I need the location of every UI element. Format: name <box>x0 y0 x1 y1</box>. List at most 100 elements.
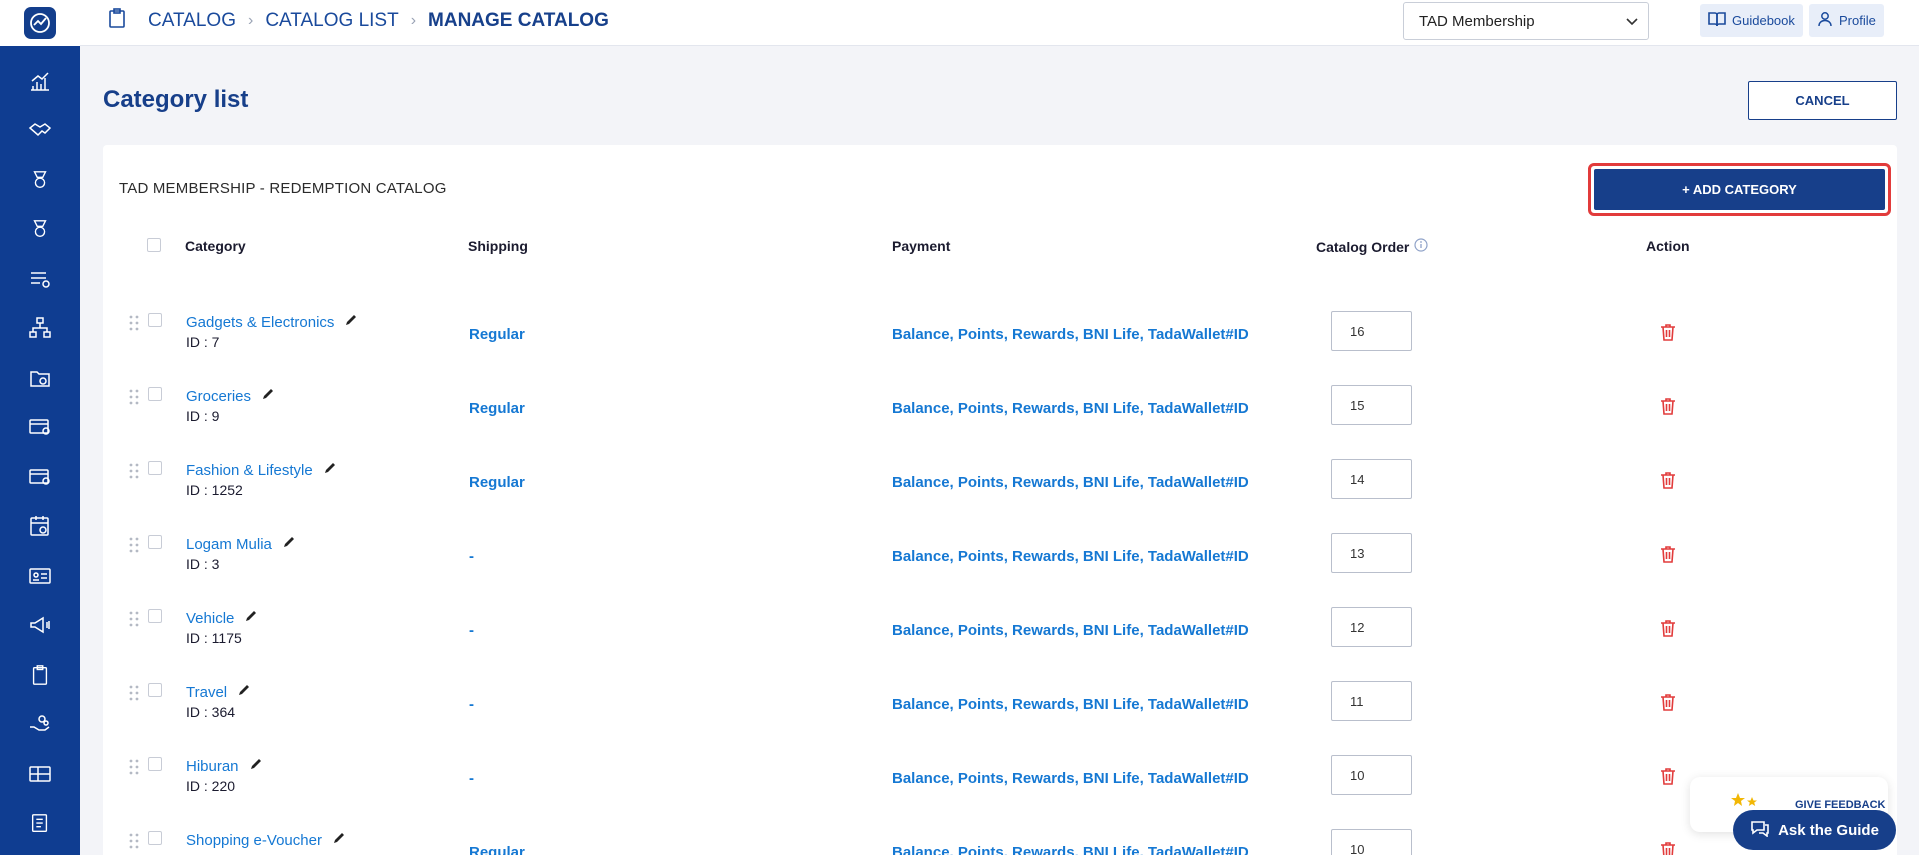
row-checkbox[interactable] <box>148 387 162 401</box>
trash-icon[interactable] <box>1660 841 1676 855</box>
card-settings-icon[interactable] <box>0 403 80 453</box>
category-link[interactable]: Gadgets & Electronics <box>186 314 334 331</box>
category-link[interactable]: Shopping e-Voucher <box>186 832 322 849</box>
guidebook-label: Guidebook <box>1732 13 1795 28</box>
guidebook-button[interactable]: Guidebook <box>1700 4 1803 37</box>
row-checkbox[interactable] <box>148 831 162 845</box>
shipping-value[interactable]: - <box>469 622 474 639</box>
shipping-value[interactable]: Regular <box>469 844 525 855</box>
payment-value[interactable]: Balance, Points, Rewards, BNI Life, Tada… <box>892 326 1249 343</box>
payment-value[interactable]: Balance, Points, Rewards, BNI Life, Tada… <box>892 474 1249 491</box>
add-category-highlight: + ADD CATEGORY <box>1588 163 1891 216</box>
hand-coins-icon[interactable] <box>0 700 80 750</box>
table-row: Hiburan ID : 220 - Balance, Points, Rewa… <box>103 741 1897 815</box>
payment-value[interactable]: Balance, Points, Rewards, BNI Life, Tada… <box>892 548 1249 565</box>
row-checkbox[interactable] <box>148 535 162 549</box>
hierarchy-icon[interactable] <box>0 304 80 354</box>
catalog-order-input[interactable]: 14 <box>1331 459 1412 499</box>
chat-icon <box>1750 819 1770 841</box>
category-link[interactable]: Logam Mulia <box>186 536 272 553</box>
award-icon[interactable] <box>0 205 80 255</box>
catalog-order-input[interactable]: 16 <box>1331 311 1412 351</box>
payment-value[interactable]: Balance, Points, Rewards, BNI Life, Tada… <box>892 400 1249 417</box>
category-link[interactable]: Groceries <box>186 388 251 405</box>
shipping-value[interactable]: Regular <box>469 400 525 417</box>
list-settings-icon[interactable] <box>0 254 80 304</box>
shipping-value[interactable]: - <box>469 696 474 713</box>
payment-value[interactable]: Balance, Points, Rewards, BNI Life, Tada… <box>892 770 1249 787</box>
book-icon <box>1708 11 1726 30</box>
pencil-icon[interactable] <box>237 683 251 701</box>
analytics-icon[interactable] <box>0 56 80 106</box>
drag-handle-icon[interactable] <box>129 463 139 479</box>
catalog-order-input[interactable]: 10 <box>1331 829 1412 855</box>
shipping-value[interactable]: Regular <box>469 474 525 491</box>
pencil-icon[interactable] <box>323 461 337 479</box>
clipboard-icon[interactable] <box>0 650 80 700</box>
pencil-icon[interactable] <box>261 387 275 405</box>
payment-value[interactable]: Balance, Points, Rewards, BNI Life, Tada… <box>892 622 1249 639</box>
payment-value[interactable]: Balance, Points, Rewards, BNI Life, Tada… <box>892 844 1249 855</box>
catalog-order-input[interactable]: 11 <box>1331 681 1412 721</box>
trash-icon[interactable] <box>1660 693 1676 711</box>
category-id: ID : 364 <box>186 704 236 720</box>
membership-select[interactable]: TAD Membership <box>1403 2 1649 40</box>
row-checkbox[interactable] <box>148 609 162 623</box>
drag-handle-icon[interactable] <box>129 389 139 405</box>
drag-handle-icon[interactable] <box>129 611 139 627</box>
drag-handle-icon[interactable] <box>129 833 139 849</box>
trash-icon[interactable] <box>1660 323 1676 341</box>
breadcrumb: CATALOG › CATALOG LIST › MANAGE CATALOG <box>108 0 609 42</box>
row-checkbox[interactable] <box>148 757 162 771</box>
drag-handle-icon[interactable] <box>129 315 139 331</box>
trash-icon[interactable] <box>1660 767 1676 785</box>
trash-icon[interactable] <box>1660 397 1676 415</box>
card-settings-icon[interactable] <box>0 452 80 502</box>
pencil-icon[interactable] <box>332 831 346 849</box>
trash-icon[interactable] <box>1660 545 1676 563</box>
info-icon[interactable] <box>1414 238 1428 255</box>
chevron-down-icon <box>1626 13 1638 30</box>
shipping-value[interactable]: - <box>469 770 474 787</box>
category-link[interactable]: Travel <box>186 684 227 701</box>
app-logo[interactable] <box>24 7 56 39</box>
category-link[interactable]: Hiburan <box>186 758 239 775</box>
category-id: ID : 3 <box>186 556 220 572</box>
category-link[interactable]: Fashion & Lifestyle <box>186 462 313 479</box>
select-all-checkbox[interactable] <box>147 238 161 252</box>
catalog-order-input[interactable]: 15 <box>1331 385 1412 425</box>
payment-value[interactable]: Balance, Points, Rewards, BNI Life, Tada… <box>892 696 1249 713</box>
shipping-value[interactable]: - <box>469 548 474 565</box>
id-card-icon[interactable] <box>0 551 80 601</box>
add-category-button[interactable]: + ADD CATEGORY <box>1594 169 1885 210</box>
category-link[interactable]: Vehicle <box>186 610 234 627</box>
catalog-order-input[interactable]: 10 <box>1331 755 1412 795</box>
drag-handle-icon[interactable] <box>129 759 139 775</box>
row-checkbox[interactable] <box>148 683 162 697</box>
catalog-order-input[interactable]: 12 <box>1331 607 1412 647</box>
profile-button[interactable]: Profile <box>1809 4 1884 37</box>
breadcrumb-catalog-list[interactable]: CATALOG LIST <box>265 10 398 32</box>
document-icon[interactable] <box>0 799 80 849</box>
drag-handle-icon[interactable] <box>129 685 139 701</box>
megaphone-icon[interactable] <box>0 601 80 651</box>
ask-the-guide-button[interactable]: Ask the Guide <box>1733 810 1896 850</box>
pencil-icon[interactable] <box>282 535 296 553</box>
pencil-icon[interactable] <box>249 757 263 775</box>
pencil-icon[interactable] <box>344 313 358 331</box>
trash-icon[interactable] <box>1660 619 1676 637</box>
calendar-icon[interactable] <box>0 502 80 552</box>
gift-card-icon[interactable] <box>0 749 80 799</box>
handshake-icon[interactable] <box>0 106 80 156</box>
row-checkbox[interactable] <box>148 461 162 475</box>
shipping-value[interactable]: Regular <box>469 326 525 343</box>
row-checkbox[interactable] <box>148 313 162 327</box>
catalog-order-input[interactable]: 13 <box>1331 533 1412 573</box>
award-icon[interactable] <box>0 155 80 205</box>
pencil-icon[interactable] <box>244 609 258 627</box>
drag-handle-icon[interactable] <box>129 537 139 553</box>
trash-icon[interactable] <box>1660 471 1676 489</box>
breadcrumb-catalog[interactable]: CATALOG <box>148 10 236 32</box>
cancel-button[interactable]: CANCEL <box>1748 81 1897 120</box>
folder-clock-icon[interactable] <box>0 353 80 403</box>
